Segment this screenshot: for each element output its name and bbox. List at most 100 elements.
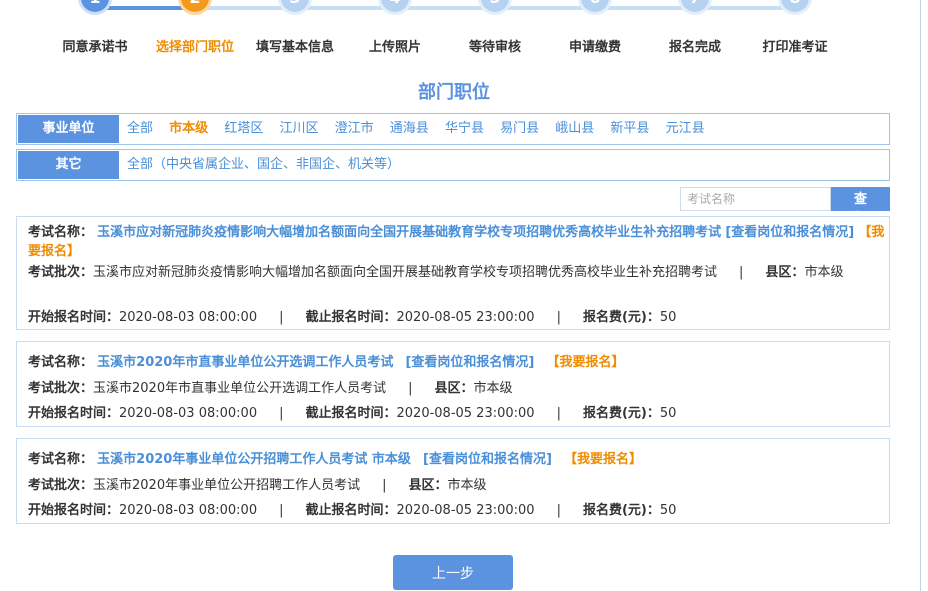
county-value: 市本级 (447, 478, 487, 493)
exam-name-link[interactable]: 玉溪市2020年市直事业单位公开选调工作人员考试 (97, 355, 393, 370)
batch-value: 玉溪市2020年事业单位公开招聘工作人员考试 (93, 478, 361, 493)
end-label: 截止报名时间： (305, 406, 397, 421)
step-label: 等待审核 (468, 40, 521, 55)
batch-label: 考试批次： (28, 265, 94, 280)
step-label: 打印准考证 (762, 40, 828, 55)
view-positions-link[interactable]: [查看岗位和报名情况] (725, 225, 854, 240)
filter-other-items: 全部（中央省属企业、国企、非国企、机关等） (127, 150, 412, 180)
start-label: 开始报名时间： (28, 310, 120, 325)
step-label: 申请缴费 (568, 40, 621, 55)
search-input[interactable] (680, 187, 831, 211)
county-label: 县区： (765, 265, 805, 280)
fee-value: 50 (659, 406, 677, 421)
separator: | (556, 503, 561, 518)
separator: | (556, 310, 561, 325)
exam-name-link[interactable]: 玉溪市应对新冠肺炎疫情影响大幅增加名额面向全国开展基础教育学校专项招聘优秀高校毕… (97, 225, 721, 240)
county-value: 市本级 (804, 265, 844, 280)
end-value: 2020-08-05 23:00:00 (396, 406, 535, 421)
filter-other-row: 其它 全部（中央省属企业、国企、非国企、机关等） (16, 149, 890, 181)
end-label: 截止报名时间： (305, 310, 397, 325)
filter-item-city-level[interactable]: 市本级 (169, 121, 208, 136)
filter-unit-row: 事业单位 全部 市本级 红塔区 江川区 澄江市 通海县 华宁县 易门县 峨山县 … (16, 113, 890, 145)
step-number: 3 (281, 0, 309, 12)
step-number: 6 (581, 0, 609, 12)
county-label: 县区： (434, 381, 474, 396)
fee-label: 报名费(元)： (582, 310, 660, 325)
batch-value: 玉溪市2020年市直事业单位公开选调工作人员考试 (93, 381, 387, 396)
step-label: 填写基本信息 (255, 40, 334, 55)
start-value: 2020-08-03 08:00:00 (119, 503, 258, 518)
county-value: 市本级 (473, 381, 513, 396)
separator: | (408, 381, 413, 396)
exam-batch-line: 考试批次：玉溪市2020年事业单位公开招聘工作人员考试 | 县区：市本级 (28, 474, 487, 493)
step-number: 8 (781, 0, 809, 12)
right-border (920, 0, 921, 591)
filter-item-all[interactable]: 全部 (127, 121, 153, 136)
filter-item-tonghai[interactable]: 通海县 (390, 121, 429, 136)
batch-value: 玉溪市应对新冠肺炎疫情影响大幅增加名额面向全国开展基础教育学校专项招聘优秀高校毕… (93, 265, 718, 280)
step-number: 4 (381, 0, 409, 12)
county-label: 县区： (408, 478, 448, 493)
previous-step-button[interactable]: 上一步 (393, 555, 513, 590)
filter-unit-items: 全部 市本级 红塔区 江川区 澄江市 通海县 华宁县 易门县 峨山县 新平县 元… (127, 114, 717, 144)
exam-card: 考试名称： 玉溪市2020年事业单位公开招聘工作人员考试 市本级 [查看岗位和报… (16, 438, 890, 524)
fee-label: 报名费(元)： (582, 503, 660, 518)
exam-name-line: 考试名称： 玉溪市2020年事业单位公开招聘工作人员考试 市本级 [查看岗位和报… (28, 448, 642, 467)
separator: | (279, 310, 284, 325)
step-label: 报名完成 (668, 40, 721, 55)
exam-name-label: 考试名称： (28, 355, 94, 370)
filter-item-huaning[interactable]: 华宁县 (445, 121, 484, 136)
exam-time-line: 开始报名时间：2020-08-03 08:00:00 | 截止报名时间：2020-0… (28, 499, 676, 518)
end-value: 2020-08-05 23:00:00 (396, 503, 535, 518)
view-positions-link[interactable]: [查看岗位和报名情况] (405, 355, 534, 370)
end-value: 2020-08-05 23:00:00 (396, 310, 535, 325)
exam-batch-line: 考试批次：玉溪市应对新冠肺炎疫情影响大幅增加名额面向全国开展基础教育学校专项招聘… (28, 263, 888, 283)
step-number: 2 (181, 0, 209, 12)
separator: | (382, 478, 387, 493)
separator: | (279, 406, 284, 421)
section-title: 部门职位 (418, 82, 490, 103)
filter-item-hongta[interactable]: 红塔区 (224, 121, 263, 136)
fee-value: 50 (659, 503, 677, 518)
start-value: 2020-08-03 08:00:00 (119, 406, 258, 421)
fee-value: 50 (659, 310, 677, 325)
exam-name-link[interactable]: 玉溪市2020年事业单位公开招聘工作人员考试 市本级 (97, 452, 411, 467)
filter-unit-head: 事业单位 (18, 115, 119, 143)
filter-item-jiangchuan[interactable]: 江川区 (279, 121, 318, 136)
filter-item-chengjiang[interactable]: 澄江市 (335, 121, 374, 136)
separator: | (279, 503, 284, 518)
exam-time-line: 开始报名时间：2020-08-03 08:00:00 | 截止报名时间：2020-0… (28, 306, 676, 325)
apply-link[interactable]: 【我要报名】 (547, 355, 625, 370)
batch-label: 考试批次： (28, 478, 94, 493)
step-number: 7 (681, 0, 709, 12)
end-label: 截止报名时间： (305, 503, 397, 518)
separator: | (556, 406, 561, 421)
exam-name-label: 考试名称： (28, 225, 94, 240)
step-label: 上传照片 (368, 40, 421, 55)
separator: | (739, 265, 744, 280)
filter-other-head: 其它 (18, 151, 119, 179)
apply-link[interactable]: 【我要报名】 (564, 452, 642, 467)
fee-label: 报名费(元)： (582, 406, 660, 421)
filter-item-other-all[interactable]: 全部（中央省属企业、国企、非国企、机关等） (127, 157, 400, 172)
batch-label: 考试批次： (28, 381, 94, 396)
filter-item-yimen[interactable]: 易门县 (500, 121, 539, 136)
step-number: 1 (81, 0, 109, 12)
exam-batch-line: 考试批次：玉溪市2020年市直事业单位公开选调工作人员考试 | 县区：市本级 (28, 377, 513, 396)
filter-item-yuanjiang[interactable]: 元江县 (666, 121, 705, 136)
filter-item-xinping[interactable]: 新平县 (610, 121, 649, 136)
exam-name-line: 考试名称： 玉溪市应对新冠肺炎疫情影响大幅增加名额面向全国开展基础教育学校专项招… (28, 223, 888, 261)
progress-stepper: 1 同意承诺书 2 选择部门职位 3 填写基本信息 4 上传照片 5 等待审核 … (0, 0, 928, 60)
exam-card: 考试名称： 玉溪市应对新冠肺炎疫情影响大幅增加名额面向全国开展基础教育学校专项招… (16, 216, 890, 330)
start-value: 2020-08-03 08:00:00 (119, 310, 258, 325)
step-number: 5 (481, 0, 509, 12)
filter-item-eshan[interactable]: 峨山县 (555, 121, 594, 136)
exam-name-label: 考试名称： (28, 452, 94, 467)
exam-card: 考试名称： 玉溪市2020年市直事业单位公开选调工作人员考试 [查看岗位和报名情… (16, 341, 890, 427)
start-label: 开始报名时间： (28, 406, 120, 421)
search-button[interactable]: 查 询 (831, 187, 890, 226)
step-label: 选择部门职位 (155, 40, 234, 55)
exam-time-line: 开始报名时间：2020-08-03 08:00:00 | 截止报名时间：2020-0… (28, 402, 676, 421)
start-label: 开始报名时间： (28, 503, 120, 518)
view-positions-link[interactable]: [查看岗位和报名情况] (423, 452, 552, 467)
